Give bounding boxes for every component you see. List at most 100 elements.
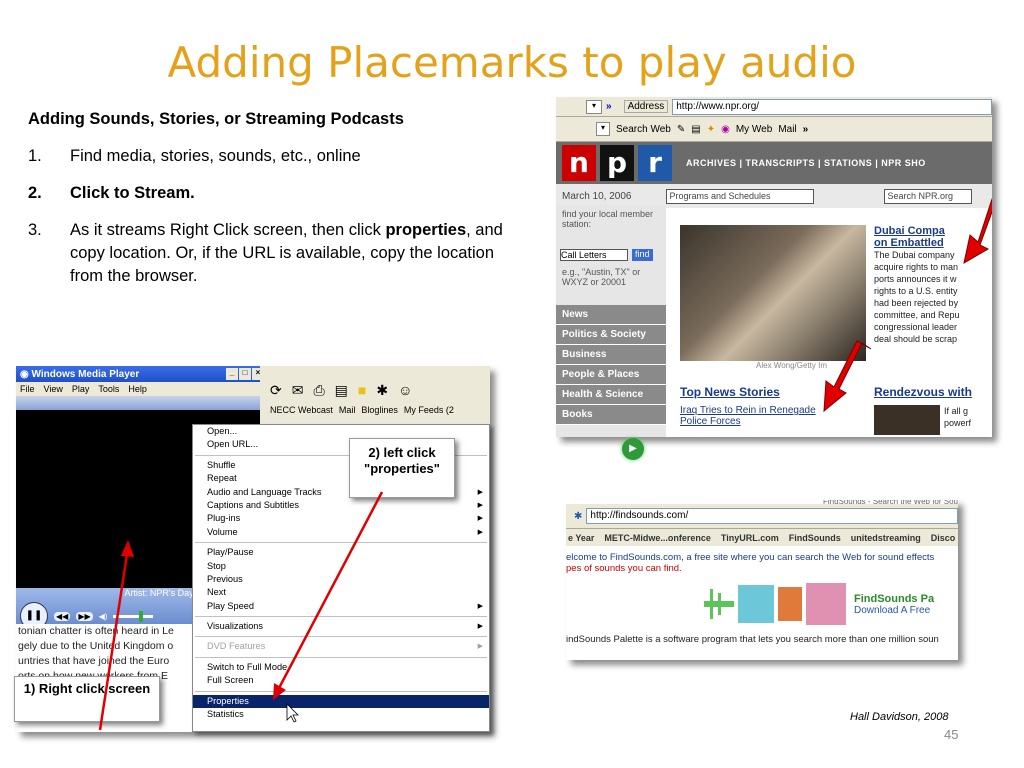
wmp-seek-strip[interactable] [16, 396, 260, 410]
context-menu-label: Play/Pause [207, 547, 254, 558]
edit-icon[interactable]: ▤ [335, 382, 348, 399]
left-click-callout: 2) left click "properties" [349, 438, 455, 498]
welcome-link[interactable]: pes of sounds you can find. [566, 563, 958, 574]
menu-item[interactable]: Play [72, 384, 90, 394]
play-icon[interactable]: ▶ [622, 438, 644, 460]
research-icon[interactable]: ✱ [376, 382, 388, 399]
messenger-icon[interactable]: ☺ [398, 382, 412, 399]
step-text: Find media, stories, sounds, etc., onlin… [70, 147, 361, 165]
print-icon[interactable]: ⎙ [313, 382, 324, 399]
address-bar: ✱ http://findsounds.com/ [566, 504, 958, 529]
link-item[interactable]: Bloglines [361, 405, 398, 415]
link-item[interactable]: Disco [931, 533, 956, 543]
context-menu-label: DVD Features [207, 641, 266, 652]
step-3: 3. As it streams Right Click screen, the… [28, 219, 528, 288]
submenu-arrow-icon: ▶ [477, 602, 483, 610]
context-menu-item[interactable]: Full Screen [193, 674, 489, 687]
step-text-bold: properties [385, 221, 467, 239]
footer-text: indSounds Palette is a software program … [566, 634, 939, 645]
step-number: 2. [28, 184, 42, 202]
context-menu-label: Full Screen [207, 675, 254, 686]
context-menu-item[interactable]: Next [193, 586, 489, 599]
url-field[interactable]: http://findsounds.com/ [586, 508, 958, 524]
download-link[interactable]: Download A Free [854, 605, 934, 616]
wmp-logo-icon: ◉ [20, 368, 29, 380]
previous-icon[interactable]: ◀◀ [54, 611, 71, 621]
link-item[interactable]: NECC Webcast [270, 405, 333, 415]
ie-icons: ⟳ ✉ ⎙ ▤ ■ ✱ ☺ [260, 366, 490, 399]
welcome-text: elcome to FindSounds.com, a free site wh… [566, 552, 935, 563]
context-menu-label: Switch to Full Mode [207, 661, 288, 672]
menu-item[interactable]: View [44, 384, 63, 394]
ie-links: NECC Webcast Mail Bloglines My Feeds (2 [260, 399, 490, 415]
submenu-arrow-icon: ▶ [477, 643, 483, 651]
red-arrows [823, 198, 992, 413]
right-click-callout: 1) Right click screen [14, 676, 160, 722]
link-item[interactable]: Mail [339, 405, 356, 415]
maximize-icon[interactable]: □ [239, 368, 251, 380]
submenu-arrow-icon: ▶ [477, 528, 483, 536]
context-menu-label: Next [207, 587, 226, 598]
context-menu-label: Repeat [207, 473, 237, 484]
context-menu-item[interactable]: Statistics [193, 708, 489, 721]
step-text: Click to Stream. [70, 184, 195, 202]
link-item[interactable]: unitedstreaming [851, 533, 921, 543]
npr-screenshot: ▾ » Address http://www.npr.org/ ▾ Search… [556, 97, 992, 437]
context-menu-item[interactable]: Stop [193, 560, 489, 573]
refresh-icon[interactable]: ⟳ [270, 382, 282, 399]
step-1: 1. Find media, stories, sounds, etc., on… [28, 145, 528, 168]
context-menu-item[interactable]: Properties [193, 694, 489, 709]
volume-thumb[interactable] [139, 610, 144, 622]
article-line: tonian chatter is often heard in Le [18, 625, 174, 637]
menu-item[interactable]: Tools [98, 384, 119, 394]
mail-icon[interactable]: ✉ [292, 382, 304, 399]
step-number: 1. [28, 147, 42, 165]
context-menu-label: Statistics [207, 709, 244, 720]
context-menu-item[interactable]: Previous [193, 573, 489, 586]
context-menu-item[interactable]: Plug-ins ▶ [193, 512, 489, 525]
waveform-icon [704, 583, 846, 625]
menu-item[interactable]: Help [128, 384, 147, 394]
palette-promo: FindSounds Pa Download A Free [704, 574, 958, 634]
mute-icon[interactable]: ◀) [99, 612, 108, 621]
link-item[interactable]: e Year [568, 533, 594, 543]
context-menu-label: Shuffle [207, 459, 236, 470]
context-menu-item[interactable]: Switch to Full Mode [193, 661, 489, 674]
article-line: untries that have joined the Euro [18, 655, 170, 667]
link-item[interactable]: METC-Midwe...onference [604, 533, 711, 543]
context-menu-item[interactable]: Open... [193, 425, 489, 438]
minimize-icon[interactable]: _ [226, 368, 238, 380]
context-menu-item[interactable]: Play/Pause [193, 546, 489, 559]
page-number: 45 [944, 727, 959, 742]
context-menu-item[interactable]: Visualizations ▶ [193, 620, 489, 633]
context-menu-label: Open URL... [207, 439, 259, 450]
menu-item[interactable]: File [20, 384, 35, 394]
link-item[interactable]: TinyURL.com [721, 533, 779, 543]
submenu-arrow-icon: ▶ [477, 501, 483, 509]
context-menu-label: Volume [207, 526, 238, 537]
context-menu-label: Visualizations [207, 621, 264, 632]
submenu-arrow-icon: ▶ [477, 488, 483, 496]
context-menu-item[interactable]: Captions and Subtitles ▶ [193, 499, 489, 512]
red-arrow-icon [823, 340, 872, 413]
context-menu-item: DVD Features ▶ [193, 640, 489, 653]
context-menu-item[interactable]: Volume ▶ [193, 526, 489, 539]
step-text-pre: As it streams Right Click screen, then c… [70, 221, 386, 239]
context-menu-label: Captions and Subtitles [207, 499, 299, 510]
folder-icon[interactable]: ■ [358, 382, 366, 399]
link-item[interactable]: FindSounds [789, 533, 841, 543]
next-icon[interactable]: ▶▶ [76, 611, 93, 621]
context-menu-label: Open... [207, 426, 238, 436]
volume-slider[interactable] [113, 610, 154, 622]
context-menu-label: Audio and Language Tracks [207, 486, 322, 497]
context-menu-item[interactable]: Play Speed ▶ [193, 600, 489, 613]
menu-separator [195, 636, 487, 638]
links-bar: e Year METC-Midwe...onference TinyURL.co… [566, 529, 958, 546]
context-menu-label: Plug-ins [207, 513, 241, 524]
link-item[interactable]: My Feeds (2 [404, 405, 454, 415]
menu-separator [195, 656, 487, 658]
instructions: Adding Sounds, Stories, or Streaming Pod… [28, 110, 528, 302]
wmp-window-title: Windows Media Player [31, 368, 140, 380]
window-controls: _ □ × [226, 368, 264, 380]
step-text: As it streams Right Click screen, then c… [70, 219, 528, 288]
